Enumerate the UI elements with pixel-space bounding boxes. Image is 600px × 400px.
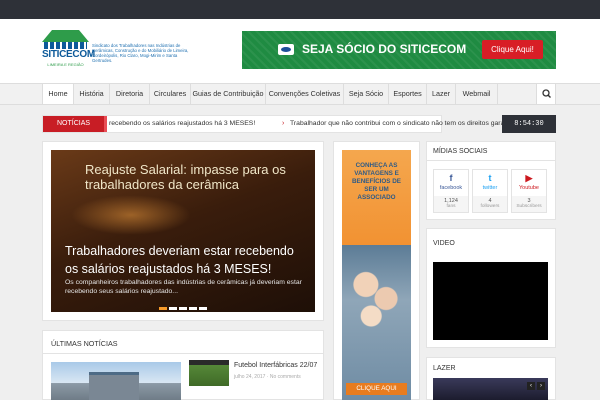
ticker-accent: [104, 116, 107, 132]
news-item-comments[interactable]: No comments: [270, 374, 301, 380]
main-navigation: Home História Diretoria Circulares Guias…: [0, 83, 600, 105]
ad-click-button[interactable]: CLIQUE AQUI: [346, 383, 407, 395]
news-item-date: julho 24, 2017: [234, 374, 266, 380]
chevron-right-icon[interactable]: ›: [537, 382, 545, 390]
news-ticker: NOTÍCIAS recebendo os salários reajustad…: [42, 115, 504, 133]
social-counter-youtube[interactable]: ▶ Youtube 3 Subscribers: [511, 169, 547, 213]
social-name: Youtube: [519, 185, 539, 191]
social-name: twitter: [482, 185, 498, 191]
lazer-gallery[interactable]: ‹ ›: [433, 378, 548, 400]
nav-item-webmail[interactable]: Webmail: [456, 84, 498, 104]
divider: [426, 160, 556, 161]
social-counter-facebook[interactable]: f facebook 1,124 fans: [433, 169, 469, 213]
twitter-icon: t: [488, 173, 492, 183]
site-header: SITICECOM LIMEIRA E REGIÃO Sindicato dos…: [0, 19, 600, 83]
membership-ad[interactable]: CONHEÇA AS VANTAGENS E BENEFÍCIOS DE SER…: [342, 150, 411, 400]
latest-news-title: ÚLTIMAS NOTÍCIAS: [51, 339, 118, 348]
slide-headline[interactable]: Trabalhadores deveriam estar recebendo o…: [65, 242, 310, 278]
nav-item-seja-socio[interactable]: Seja Sócio: [344, 84, 389, 104]
nav-item-esportes[interactable]: Esportes: [389, 84, 427, 104]
slider-dot[interactable]: [189, 307, 197, 310]
news-item-meta: julho 24, 2017 · No comments: [234, 374, 301, 380]
facebook-icon: f: [449, 173, 453, 183]
youtube-icon: ▶: [525, 173, 533, 183]
thumbnail-banner: [189, 360, 229, 365]
slider-dot[interactable]: [179, 307, 187, 310]
nav-item-historia[interactable]: História: [74, 84, 110, 104]
social-media-title: MÍDIAS SOCIAIS: [433, 148, 488, 155]
social-top: f facebook: [434, 170, 468, 196]
lazer-title: LAZER: [433, 365, 456, 372]
ad-text: CONHEÇA AS VANTAGENS E BENEFÍCIOS DE SER…: [352, 162, 401, 201]
social-top: ▶ Youtube: [512, 170, 546, 196]
banner-text: SEJA SÓCIO DO SITICECOM: [302, 42, 467, 56]
ticker-separator-icon: ›: [282, 120, 285, 127]
logo-subtitle: LIMEIRA E REGIÃO: [47, 62, 84, 67]
social-unit: Subscribers: [516, 204, 542, 209]
banner-click-button[interactable]: Clique Aqui!: [482, 40, 543, 59]
divider: [42, 353, 324, 354]
ticker-item[interactable]: Trabalhador que não contribui com o sind…: [290, 116, 504, 132]
ticker-item[interactable]: recebendo os salários reajustados há 3 M…: [109, 116, 255, 132]
clock: 8:54:30: [502, 115, 556, 133]
slide-image-title: Reajuste Salarial: impasse para os traba…: [85, 162, 286, 192]
site-tagline: Sindicato dos Trabalhadores nas Indústri…: [92, 43, 189, 63]
search-button[interactable]: [536, 84, 556, 104]
video-player[interactable]: [433, 262, 548, 340]
chevron-left-icon[interactable]: ‹: [527, 382, 535, 390]
slider-dot[interactable]: [199, 307, 207, 310]
logo-roof-icon: [42, 30, 89, 42]
video-title: VIDEO: [433, 240, 455, 247]
slider-dot[interactable]: [159, 307, 167, 310]
logo-columns-icon: [44, 42, 87, 49]
slide-excerpt: Os companheiros trabalhadores das indúst…: [65, 279, 302, 295]
logo-wordmark: SITICECOM: [42, 49, 95, 60]
family-photo: [350, 260, 403, 330]
nav-item-circulares[interactable]: Circulares: [150, 84, 191, 104]
social-name: facebook: [439, 185, 463, 191]
nav-item-guias[interactable]: Guias de Contribuição: [191, 84, 266, 104]
nav-item-lazer[interactable]: Lazer: [427, 84, 456, 104]
nav-item-convencoes[interactable]: Convenções Coletivas: [266, 84, 344, 104]
ticker-label: NOTÍCIAS: [43, 116, 104, 132]
nav-item-diretoria[interactable]: Diretoria: [110, 84, 150, 104]
search-icon: [542, 89, 551, 98]
news-item-title[interactable]: Futebol Interfábricas 22/07: [234, 362, 317, 369]
siticecom-logo[interactable]: SITICECOM LIMEIRA E REGIÃO: [42, 30, 95, 72]
slider-dot[interactable]: [169, 307, 177, 310]
nav-item-home[interactable]: Home: [42, 84, 74, 104]
social-unit: fans: [446, 204, 456, 209]
building-photo: [89, 372, 139, 400]
top-bar: [0, 0, 600, 19]
social-top: t twitter: [473, 170, 507, 196]
slide-image: [71, 195, 191, 235]
social-unit: followers: [480, 204, 500, 209]
news-thumbnail[interactable]: [189, 360, 229, 386]
news-image[interactable]: [51, 362, 181, 400]
brazil-flag-icon: [278, 44, 294, 55]
membership-banner[interactable]: SEJA SÓCIO DO SITICECOM Clique Aqui!: [242, 31, 556, 69]
featured-slide[interactable]: Reajuste Salarial: impasse para os traba…: [51, 150, 315, 312]
social-counter-twitter[interactable]: t twitter 4 followers: [472, 169, 508, 213]
